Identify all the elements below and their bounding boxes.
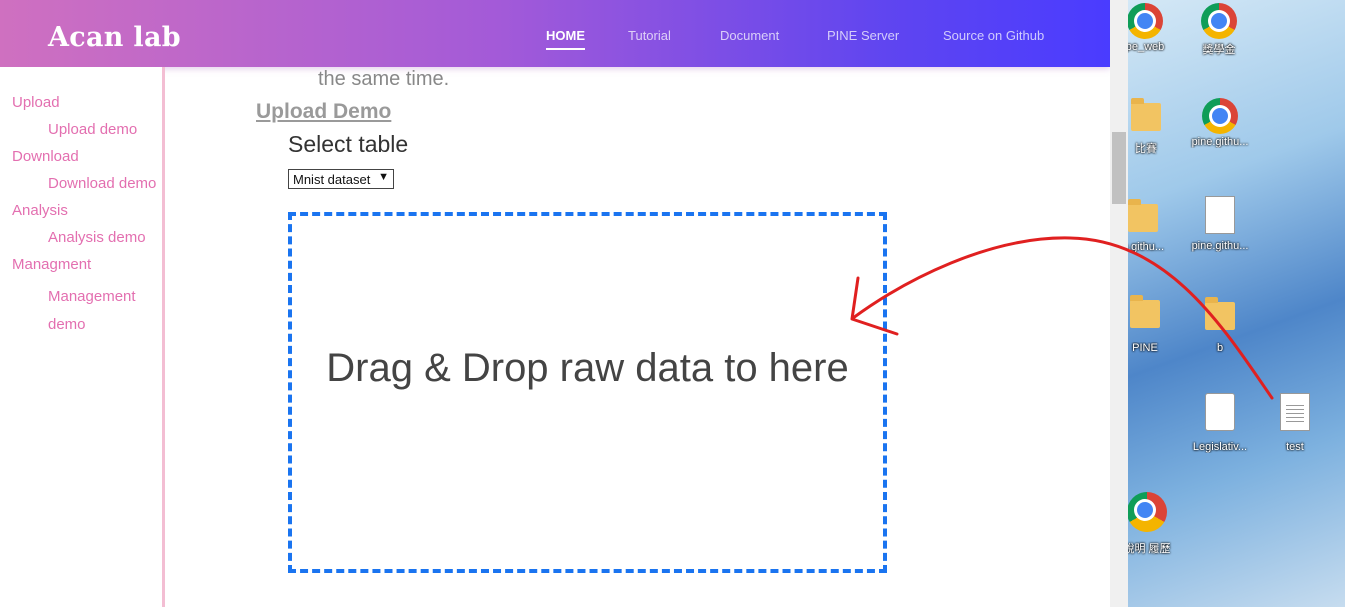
zip-folder-icon bbox=[1130, 295, 1160, 328]
desktop-icon-pine[interactable]: PINE bbox=[1128, 295, 1180, 354]
sidebar-item-upload[interactable]: Upload bbox=[12, 94, 60, 111]
nav-document[interactable]: Document bbox=[720, 28, 779, 43]
sidebar: Upload Upload demo Download Download dem… bbox=[0, 67, 165, 607]
sidebar-item-management-demo[interactable]: Management demo bbox=[48, 283, 148, 339]
desktop-icon-scholarship[interactable]: 獎學金 bbox=[1184, 3, 1254, 57]
select-table-label: Select table bbox=[288, 131, 409, 157]
folder-icon bbox=[1131, 98, 1161, 131]
dropzone-text: Drag & Drop raw data to here bbox=[326, 346, 849, 390]
file-dropzone[interactable]: Drag & Drop raw data to here bbox=[288, 212, 887, 573]
desktop-icon-label: e.githu... bbox=[1128, 241, 1165, 253]
chrome-shortcut-icon bbox=[1128, 492, 1167, 532]
browser-window: Acan lab HOME Tutorial Document PINE Ser… bbox=[0, 0, 1128, 607]
desktop-icon-label: b bbox=[1216, 342, 1224, 354]
nav-source-github[interactable]: Source on Github bbox=[943, 28, 1044, 43]
section-title-upload-demo[interactable]: Upload Demo bbox=[256, 100, 391, 124]
desktop-icon-pe-web[interactable]: pe_web bbox=[1128, 3, 1180, 53]
desktop-icon-legislative[interactable]: Legislativ... bbox=[1185, 393, 1255, 453]
chrome-shortcut-icon bbox=[1201, 3, 1237, 39]
desktop-icon-resume[interactable]: 說明 履歷 bbox=[1128, 492, 1182, 556]
desktop-icon-pine-github-2[interactable]: pine.githu... bbox=[1185, 196, 1255, 252]
desktop-icon-label: 比賽 bbox=[1135, 143, 1157, 155]
brand-logo[interactable]: Acan lab bbox=[48, 22, 181, 53]
windows-desktop: pe_web 獎學金 比賽 pine.githu... e.githu... p… bbox=[1128, 0, 1345, 607]
folder-icon bbox=[1128, 199, 1158, 232]
nav-home[interactable]: HOME bbox=[546, 28, 585, 50]
document-icon bbox=[1205, 196, 1235, 234]
dataset-select[interactable]: Mnist dataset ▼ bbox=[288, 169, 394, 189]
desktop-icon-label: 獎學金 bbox=[1202, 44, 1236, 56]
desktop-icon-label: pe_web bbox=[1128, 41, 1165, 53]
nav-pine-server[interactable]: PINE Server bbox=[827, 28, 899, 43]
chrome-shortcut-icon bbox=[1128, 3, 1163, 39]
top-navbar: Acan lab HOME Tutorial Document PINE Ser… bbox=[0, 0, 1110, 67]
folder-icon bbox=[1205, 297, 1235, 330]
sidebar-item-analysis-demo[interactable]: Analysis demo bbox=[48, 229, 146, 246]
paint-file-icon bbox=[1205, 393, 1235, 431]
desktop-icon-test[interactable]: test bbox=[1260, 393, 1330, 453]
text-file-icon bbox=[1280, 393, 1310, 431]
desktop-icon-e-github[interactable]: e.githu... bbox=[1128, 199, 1178, 253]
desktop-icon-label: pine.githu... bbox=[1191, 240, 1249, 252]
desktop-icon-label: Legislativ... bbox=[1192, 441, 1248, 453]
sidebar-item-download[interactable]: Download bbox=[12, 148, 79, 165]
desktop-icon-label: test bbox=[1286, 441, 1304, 453]
nav-tutorial[interactable]: Tutorial bbox=[628, 28, 671, 43]
sidebar-item-managment[interactable]: Managment bbox=[12, 256, 91, 273]
cut-off-paragraph: the same time. bbox=[318, 68, 450, 90]
desktop-icon-pine-github-1[interactable]: pine.githu... bbox=[1185, 98, 1255, 148]
scrollbar-thumb[interactable] bbox=[1112, 132, 1126, 204]
chrome-shortcut-icon bbox=[1202, 98, 1238, 134]
dropdown-caret-icon: ▼ bbox=[378, 171, 389, 183]
desktop-icon-b[interactable]: b bbox=[1185, 297, 1255, 354]
desktop-icon-label: PINE bbox=[1132, 342, 1158, 354]
desktop-icon-contest[interactable]: 比賽 bbox=[1128, 98, 1181, 156]
dataset-select-value: Mnist dataset bbox=[293, 172, 371, 187]
desktop-icon-label: pine.githu... bbox=[1191, 136, 1249, 148]
sidebar-item-upload-demo[interactable]: Upload demo bbox=[48, 121, 137, 138]
page-scrollbar[interactable] bbox=[1110, 0, 1128, 607]
sidebar-item-analysis[interactable]: Analysis bbox=[12, 202, 68, 219]
desktop-icon-label: 說明 履歷 bbox=[1128, 543, 1171, 555]
sidebar-item-download-demo[interactable]: Download demo bbox=[48, 175, 156, 192]
